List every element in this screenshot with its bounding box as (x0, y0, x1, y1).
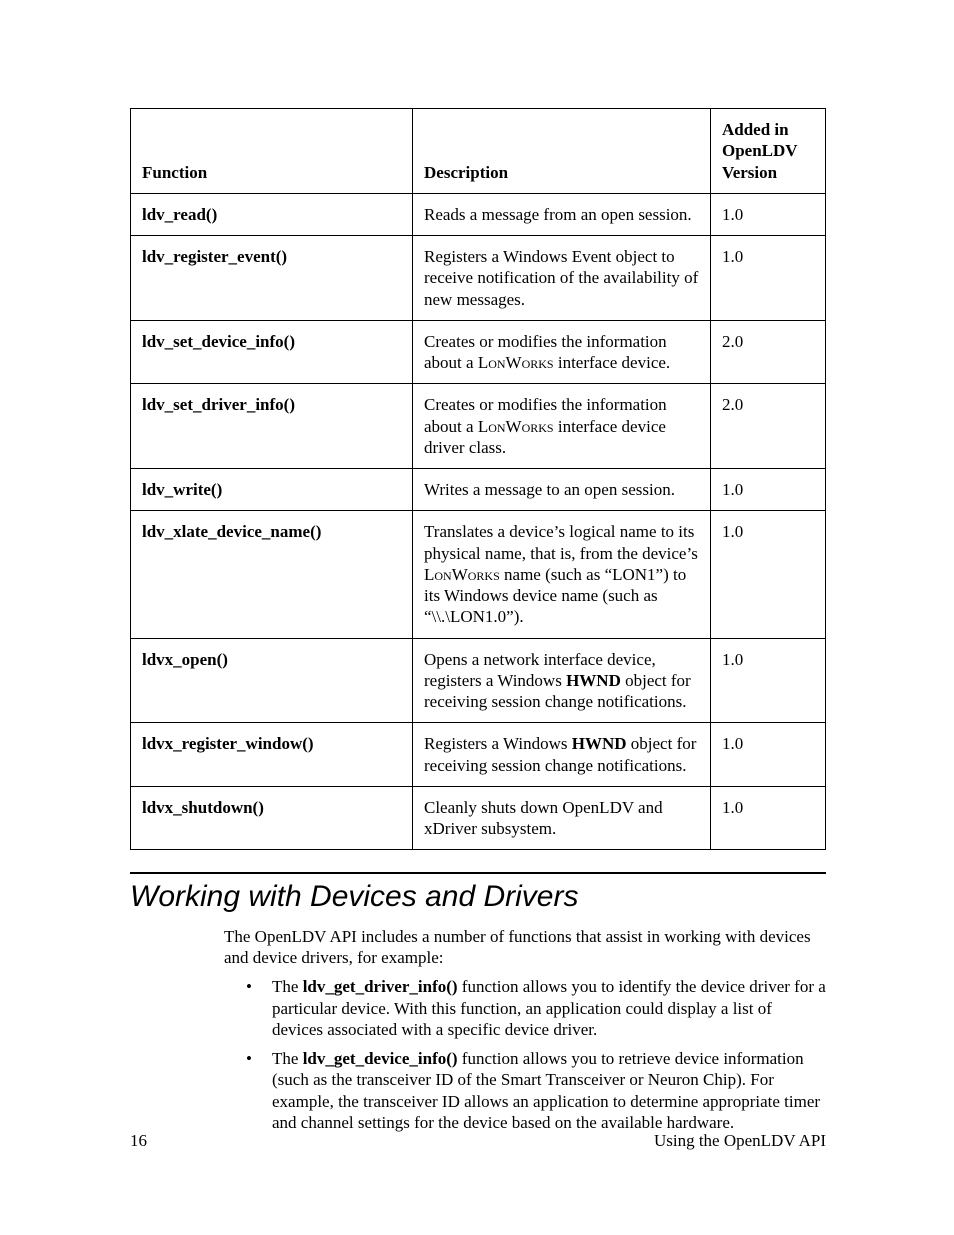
bullet-pre: The (272, 977, 303, 996)
table-row: ldv_set_driver_info()Creates or modifies… (131, 384, 826, 469)
desc-hwnd: HWND (572, 734, 627, 753)
desc-hwnd: HWND (566, 671, 621, 690)
table-row: ldv_write()Writes a message to an open s… (131, 469, 826, 511)
function-description: Registers a Windows HWND object for rece… (413, 723, 711, 787)
function-name: ldv_read() (131, 193, 413, 235)
table-row: ldv_set_device_info()Creates or modifies… (131, 320, 826, 384)
page-footer: 16 Using the OpenLDV API (130, 1130, 826, 1151)
list-item: The ldv_get_driver_info() function allow… (224, 976, 826, 1040)
function-description: Opens a network interface device, regist… (413, 638, 711, 723)
function-version: 1.0 (711, 786, 826, 850)
col-version: Added in OpenLDV Version (711, 109, 826, 194)
bullet-fn: ldv_get_driver_info() (303, 977, 458, 996)
section-divider (130, 872, 826, 874)
desc-smallcaps: LonWorks (478, 353, 554, 372)
page-number: 16 (130, 1130, 147, 1151)
function-name: ldv_set_driver_info() (131, 384, 413, 469)
desc-pre: Registers a Windows (424, 734, 572, 753)
table-row: ldv_read()Reads a message from an open s… (131, 193, 826, 235)
function-version: 1.0 (711, 469, 826, 511)
section-title: Working with Devices and Drivers (130, 878, 826, 916)
function-description: Reads a message from an open session. (413, 193, 711, 235)
function-name: ldv_write() (131, 469, 413, 511)
function-name: ldv_xlate_device_name() (131, 511, 413, 638)
table-row: ldvx_shutdown()Cleanly shuts down OpenLD… (131, 786, 826, 850)
col-function: Function (131, 109, 413, 194)
col-description: Description (413, 109, 711, 194)
table-row: ldvx_open()Opens a network interface dev… (131, 638, 826, 723)
function-version: 2.0 (711, 320, 826, 384)
desc-pre: Translates a device’s logical name to it… (424, 522, 698, 562)
function-version: 1.0 (711, 193, 826, 235)
table-body: ldv_read()Reads a message from an open s… (131, 193, 826, 850)
function-version: 1.0 (711, 511, 826, 638)
table-header-row: Function Description Added in OpenLDV Ve… (131, 109, 826, 194)
function-name: ldvx_open() (131, 638, 413, 723)
function-version: 2.0 (711, 384, 826, 469)
bullet-fn: ldv_get_device_info() (303, 1049, 458, 1068)
doc-title: Using the OpenLDV API (654, 1130, 826, 1151)
function-version: 1.0 (711, 236, 826, 321)
table-row: ldvx_register_window()Registers a Window… (131, 723, 826, 787)
section-intro: The OpenLDV API includes a number of fun… (224, 926, 826, 969)
list-item: The ldv_get_device_info() function allow… (224, 1048, 826, 1133)
function-description: Creates or modifies the information abou… (413, 384, 711, 469)
function-name: ldv_register_event() (131, 236, 413, 321)
function-name: ldvx_register_window() (131, 723, 413, 787)
function-description: Translates a device’s logical name to it… (413, 511, 711, 638)
function-description: Creates or modifies the information abou… (413, 320, 711, 384)
function-name: ldv_set_device_info() (131, 320, 413, 384)
function-description: Cleanly shuts down OpenLDV and xDriver s… (413, 786, 711, 850)
table-row: ldv_xlate_device_name() Translates a devi… (131, 511, 826, 638)
functions-table: Function Description Added in OpenLDV Ve… (130, 108, 826, 850)
section-body: The OpenLDV API includes a number of fun… (224, 926, 826, 1133)
function-description: Writes a message to an open session. (413, 469, 711, 511)
function-version: 1.0 (711, 723, 826, 787)
bullet-pre: The (272, 1049, 303, 1068)
desc-post: interface device. (554, 353, 671, 372)
table-row: ldv_register_event()Registers a Windows … (131, 236, 826, 321)
bullet-list: The ldv_get_driver_info() function allow… (224, 976, 826, 1133)
desc-smallcaps: LonWorks (424, 565, 500, 584)
desc-smallcaps: LonWorks (478, 417, 554, 436)
function-name: ldvx_shutdown() (131, 786, 413, 850)
function-version: 1.0 (711, 638, 826, 723)
function-description: Registers a Windows Event object to rece… (413, 236, 711, 321)
